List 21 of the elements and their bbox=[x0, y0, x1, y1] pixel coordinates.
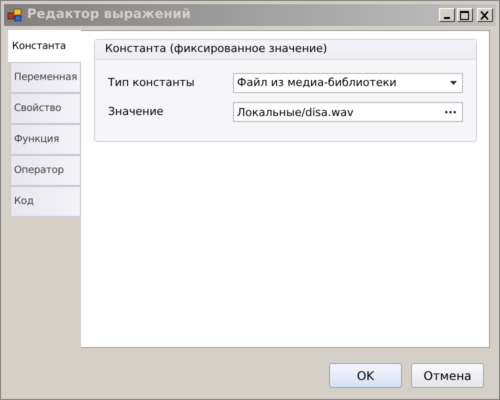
close-icon bbox=[480, 10, 490, 20]
dialog-button[interactable]: Отмена bbox=[411, 363, 484, 388]
maximize-icon bbox=[460, 10, 470, 20]
tab[interactable]: Свойство bbox=[10, 93, 81, 124]
field-label: Значение bbox=[108, 104, 164, 120]
close-button[interactable] bbox=[477, 8, 493, 22]
field-label: Тип константы bbox=[108, 74, 196, 91]
dropdown[interactable]: Файл из медиа-библиотеки bbox=[233, 73, 463, 93]
tab[interactable]: Оператор bbox=[10, 155, 81, 186]
maximize-button[interactable] bbox=[457, 8, 473, 22]
dialog-button[interactable]: OK bbox=[329, 363, 402, 388]
tab[interactable]: Переменная bbox=[10, 62, 81, 93]
dropdown-arrow-icon bbox=[450, 81, 457, 85]
window-title: Редактор выражений bbox=[27, 6, 191, 24]
tab[interactable]: Константа bbox=[8, 30, 81, 62]
minimize-button[interactable] bbox=[439, 8, 455, 22]
tab[interactable]: Код bbox=[10, 186, 81, 217]
group-title: Константа (фиксированное значение) bbox=[95, 40, 476, 60]
tab[interactable]: Функция bbox=[10, 124, 81, 155]
minimize-icon bbox=[444, 17, 450, 19]
app-icon bbox=[7, 7, 23, 23]
